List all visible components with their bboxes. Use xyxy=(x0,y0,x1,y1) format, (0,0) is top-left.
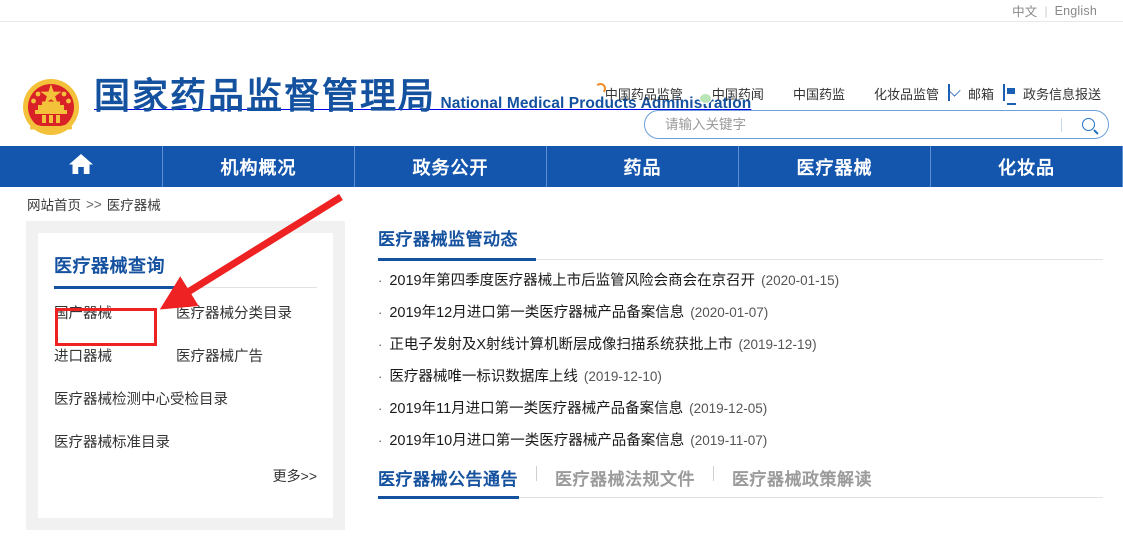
bullet-icon: · xyxy=(378,434,382,447)
nav-item-affairs[interactable]: 政务公开 xyxy=(355,146,547,187)
quicklink-weibo[interactable]: 中国药品监管 xyxy=(585,84,683,103)
sidebar-title: 医疗器械查询 xyxy=(54,233,317,288)
sidebar-more-link[interactable]: 更多>> xyxy=(54,452,317,486)
main-nav: 机构概况 政务公开 药品 医疗器械 化妆品 xyxy=(0,146,1123,187)
breadcrumb: 网站首页 >> 医疗器械 xyxy=(0,187,1123,221)
news-title[interactable]: 2019年10月进口第一类医疗器械产品备案信息 xyxy=(389,434,684,449)
news-date: (2019-12-19) xyxy=(739,337,817,352)
page-content: 医疗器械查询 国产器械 医疗器械分类目录 进口器械 医疗器械广告 医疗器械检测中… xyxy=(0,221,1123,530)
bullet-icon: · xyxy=(378,370,382,383)
sidebar-item-standards-catalog[interactable]: 医疗器械标准目录 xyxy=(54,431,317,452)
content-tabs: 医疗器械公告通告 医疗器械法规文件 医疗器械政策解读 xyxy=(378,465,1103,498)
sidebar-item-imported-devices[interactable]: 进口器械 xyxy=(54,345,176,366)
quicklink-wechat-label: 中国药闻 xyxy=(712,84,764,103)
search-button[interactable] xyxy=(1068,111,1108,138)
tab-regulations[interactable]: 医疗器械法规文件 xyxy=(555,465,695,490)
quicklink-app-cosmetics-label: 化妆品监管 xyxy=(874,84,939,103)
lang-english-link[interactable]: English xyxy=(1055,4,1097,18)
home-icon xyxy=(68,152,94,181)
search-box[interactable] xyxy=(644,110,1109,139)
monitor-icon xyxy=(1003,85,1020,102)
news-date: (2019-11-07) xyxy=(690,433,767,448)
list-item: · 2019年第四季度医疗器械上市后监管风险会商会在京召开 (2020-01-1… xyxy=(378,273,1103,289)
tab-policy-interpretation[interactable]: 医疗器械政策解读 xyxy=(732,465,872,490)
sidebar-container: 医疗器械查询 国产器械 医疗器械分类目录 进口器械 医疗器械广告 医疗器械检测中… xyxy=(26,221,345,530)
weibo-icon xyxy=(585,85,602,102)
tab-divider xyxy=(713,466,714,481)
list-item: · 正电子发射及X射线计算机断层成像扫描系统获批上市 (2019-12-19) xyxy=(378,337,1103,353)
mail-icon xyxy=(948,85,965,102)
quicklink-app-nmpa-label: 中国药监 xyxy=(793,84,845,103)
quick-links: 中国药品监管 中国药闻 中国药监 化妆品监管 邮箱 政务信息报送 xyxy=(585,84,1101,103)
sidebar-row: 国产器械 医疗器械分类目录 xyxy=(54,302,317,323)
search-icon xyxy=(1082,118,1095,131)
news-date: (2020-01-15) xyxy=(761,273,839,288)
news-title[interactable]: 2019年12月进口第一类医疗器械产品备案信息 xyxy=(389,306,684,321)
nav-item-cosmetics[interactable]: 化妆品 xyxy=(931,146,1123,187)
sidebar-item-device-ads[interactable]: 医疗器械广告 xyxy=(176,345,317,366)
list-item: · 2019年10月进口第一类医疗器械产品备案信息 (2019-11-07) xyxy=(378,433,1103,449)
wechat-icon xyxy=(692,85,709,102)
bullet-icon: · xyxy=(378,274,382,287)
device-query-panel: 医疗器械查询 国产器械 医疗器械分类目录 进口器械 医疗器械广告 医疗器械检测中… xyxy=(38,233,333,518)
search-divider xyxy=(1061,118,1062,132)
tab-announcements[interactable]: 医疗器械公告通告 xyxy=(378,465,518,490)
quicklink-report-label: 政务信息报送 xyxy=(1023,84,1101,103)
lang-chinese-link[interactable]: 中文 xyxy=(1012,1,1037,20)
language-bar: 中文 | English xyxy=(0,0,1123,22)
breadcrumb-separator: >> xyxy=(86,197,102,212)
quicklink-mail[interactable]: 邮箱 xyxy=(948,84,994,103)
quicklink-app-nmpa[interactable]: 中国药监 xyxy=(773,84,845,103)
quicklink-weibo-label: 中国药品监管 xyxy=(605,84,683,103)
sidebar-item-device-catalog[interactable]: 医疗器械分类目录 xyxy=(176,302,317,323)
news-date: (2020-01-07) xyxy=(690,305,768,320)
mobile-icon xyxy=(773,85,790,102)
nav-item-overview[interactable]: 机构概况 xyxy=(163,146,355,187)
news-title[interactable]: 医疗器械唯一标识数据库上线 xyxy=(389,370,578,385)
sidebar-links: 国产器械 医疗器械分类目录 进口器械 医疗器械广告 医疗器械检测中心受检目录 医… xyxy=(54,288,317,486)
breadcrumb-current: 医疗器械 xyxy=(107,194,161,214)
news-date: (2019-12-05) xyxy=(689,401,767,416)
sidebar-row: 进口器械 医疗器械广告 xyxy=(54,345,317,366)
bullet-icon: · xyxy=(378,306,382,319)
news-title[interactable]: 正电子发射及X射线计算机断层成像扫描系统获批上市 xyxy=(389,338,732,353)
site-header: 国家药品监督管理局 National Medical Products Admi… xyxy=(0,22,1123,146)
nav-item-drugs[interactable]: 药品 xyxy=(547,146,739,187)
tab-divider xyxy=(536,466,537,481)
list-item: · 医疗器械唯一标识数据库上线 (2019-12-10) xyxy=(378,369,1103,385)
news-title[interactable]: 2019年第四季度医疗器械上市后监管风险会商会在京召开 xyxy=(389,274,755,289)
quicklink-wechat[interactable]: 中国药闻 xyxy=(692,84,764,103)
list-item: · 2019年12月进口第一类医疗器械产品备案信息 (2020-01-07) xyxy=(378,305,1103,321)
site-title-cn: 国家药品监督管理局 xyxy=(94,76,436,117)
bullet-icon: · xyxy=(378,338,382,351)
bullet-icon: · xyxy=(378,402,382,415)
quicklink-app-cosmetics[interactable]: 化妆品监管 xyxy=(854,84,939,103)
sidebar-item-domestic-devices[interactable]: 国产器械 xyxy=(54,302,176,323)
national-emblem-icon xyxy=(18,74,84,140)
news-list: · 2019年第四季度医疗器械上市后监管风险会商会在京召开 (2020-01-1… xyxy=(378,260,1103,449)
main-column: 医疗器械监管动态 · 2019年第四季度医疗器械上市后监管风险会商会在京召开 (… xyxy=(345,221,1123,498)
nav-item-home[interactable] xyxy=(0,146,163,187)
list-item: · 2019年11月进口第一类医疗器械产品备案信息 (2019-12-05) xyxy=(378,401,1103,417)
sidebar-row: 医疗器械标准目录 xyxy=(54,431,317,452)
nav-item-medical-devices[interactable]: 医疗器械 xyxy=(739,146,931,187)
mobile-icon xyxy=(854,85,871,102)
section-title-regulatory-news: 医疗器械监管动态 xyxy=(378,221,1103,260)
news-title[interactable]: 2019年11月进口第一类医疗器械产品备案信息 xyxy=(389,402,683,417)
news-date: (2019-12-10) xyxy=(584,369,662,384)
quicklink-report[interactable]: 政务信息报送 xyxy=(1003,84,1101,103)
sidebar-item-testing-center-catalog[interactable]: 医疗器械检测中心受检目录 xyxy=(54,388,317,409)
sidebar-row: 医疗器械检测中心受检目录 xyxy=(54,388,317,409)
lang-separator: | xyxy=(1044,4,1047,18)
quicklink-mail-label: 邮箱 xyxy=(968,84,994,103)
breadcrumb-home[interactable]: 网站首页 xyxy=(27,194,81,214)
search-input[interactable] xyxy=(645,117,1061,132)
